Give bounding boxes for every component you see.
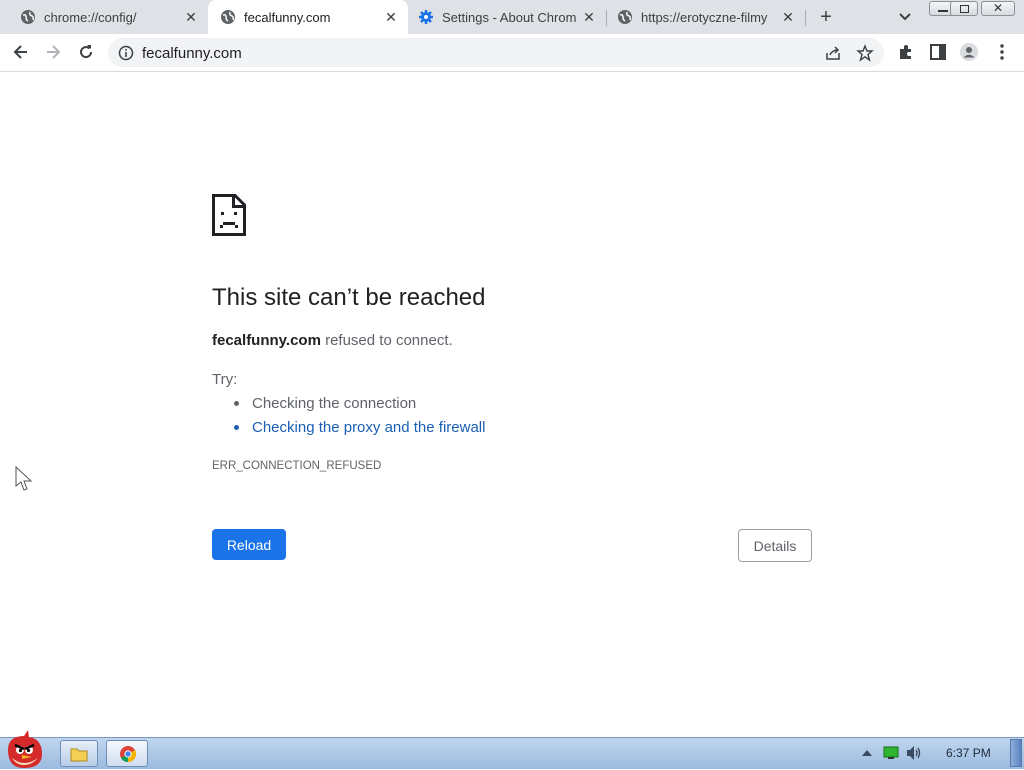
close-tab-icon[interactable]: ✕ — [384, 10, 398, 24]
globe-icon — [618, 10, 632, 24]
volume-speaker-icon[interactable] — [905, 745, 923, 761]
list-bullet — [234, 425, 239, 430]
globe-icon — [221, 10, 235, 24]
close-tab-icon[interactable]: ✕ — [781, 10, 795, 24]
suggestion-proxy-firewall-link[interactable]: Checking the proxy and the firewall — [252, 419, 485, 436]
new-tab-button[interactable]: + — [814, 6, 838, 28]
error-domain: fecalfunny.com — [212, 332, 321, 349]
side-panel-icon[interactable] — [928, 42, 948, 62]
show-desktop-button[interactable] — [1010, 739, 1022, 767]
tab-settings-about-chrome[interactable]: Settings - About Chrom ✕ — [408, 0, 606, 34]
tab-title: https://erotyczne-filmy — [641, 9, 768, 25]
network-status-icon[interactable] — [883, 746, 899, 760]
folder-icon — [70, 748, 88, 762]
tab-strip: chrome://config/ ✕ fecalfunny.com ✕ Sett… — [0, 0, 1024, 34]
close-tab-icon[interactable]: ✕ — [184, 10, 198, 24]
sad-file-icon — [212, 194, 246, 236]
try-label: Try: — [212, 371, 238, 388]
error-description: fecalfunny.com refused to connect. — [212, 332, 453, 349]
forward-arrow-icon[interactable] — [43, 42, 63, 62]
tab-separator — [805, 10, 806, 26]
close-window-button[interactable]: ✕ — [981, 1, 1015, 16]
restore-button[interactable] — [950, 1, 978, 16]
reload-icon[interactable] — [76, 42, 96, 62]
tab-title: fecalfunny.com — [244, 9, 331, 25]
taskbar-file-manager[interactable] — [60, 740, 98, 767]
tab-search-chevron-icon[interactable] — [895, 7, 915, 27]
details-button[interactable]: Details — [738, 529, 812, 562]
profile-avatar-icon[interactable] — [959, 42, 979, 62]
browser-toolbar: fecalfunny.com — [0, 34, 1024, 72]
mouse-cursor-icon — [15, 466, 33, 491]
address-bar[interactable]: fecalfunny.com — [108, 38, 884, 67]
error-message: refused to connect. — [320, 332, 453, 349]
tab-title: chrome://config/ — [44, 9, 137, 25]
taskbar: 6:37 PM — [0, 730, 1024, 769]
globe-icon — [21, 10, 35, 24]
suggestion-check-connection: Checking the connection — [252, 395, 417, 412]
tab-erotyczne-filmy[interactable]: https://erotyczne-filmy ✕ — [607, 0, 805, 34]
menu-kebab-icon[interactable] — [992, 42, 1012, 62]
clock-time[interactable]: 6:37 PM — [946, 746, 991, 760]
extensions-puzzle-icon[interactable] — [896, 42, 916, 62]
tray-expand-arrow-icon[interactable] — [861, 748, 873, 758]
error-code: ERR_CONNECTION_REFUSED — [212, 460, 382, 472]
tab-chrome-config[interactable]: chrome://config/ ✕ — [0, 0, 208, 34]
start-button-bird-icon[interactable] — [2, 730, 50, 770]
share-icon[interactable] — [824, 44, 842, 62]
close-tab-icon[interactable]: ✕ — [582, 10, 596, 24]
tab-title: Settings - About Chrom — [442, 9, 577, 25]
url-text[interactable]: fecalfunny.com — [142, 45, 242, 62]
taskbar-chrome[interactable] — [106, 740, 148, 767]
bookmark-star-icon[interactable] — [856, 44, 874, 62]
settings-gear-icon — [419, 10, 433, 24]
list-bullet — [234, 401, 239, 406]
info-icon[interactable] — [118, 45, 134, 61]
chrome-icon — [120, 746, 137, 763]
back-arrow-icon[interactable] — [11, 42, 31, 62]
reload-button[interactable]: Reload — [212, 529, 286, 560]
tab-fecalfunny[interactable]: fecalfunny.com ✕ — [208, 0, 408, 34]
error-heading: This site can’t be reached — [212, 284, 486, 311]
